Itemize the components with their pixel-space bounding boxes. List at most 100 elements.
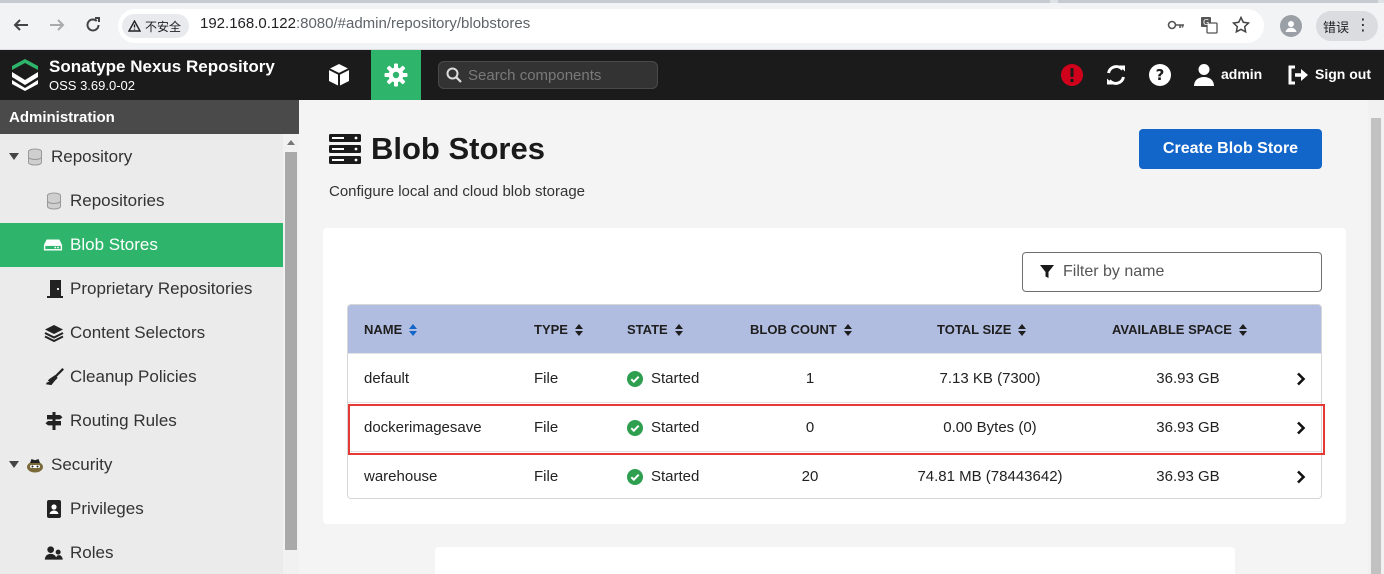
table-row[interactable]: dockerimagesave File Started 0 0.00 Byte… <box>348 402 1321 451</box>
check-circle-icon <box>627 370 643 387</box>
cell-blob-count: 20 <box>801 468 819 485</box>
cell-type: File <box>534 468 559 485</box>
server-icon <box>329 134 361 164</box>
main-content: Blob Stores Configure local and cloud bl… <box>299 100 1368 574</box>
search-input[interactable] <box>468 66 648 84</box>
table-header: NAME TYPE STATE BLOB COUNT TOTAL SIZE AV… <box>348 305 1321 353</box>
check-circle-icon <box>627 468 643 485</box>
page-heading: Blob Stores <box>329 131 545 167</box>
state-label: Started <box>651 419 700 436</box>
sidebar-item-routing-rules[interactable]: Routing Rules <box>0 399 283 443</box>
key-icon[interactable] <box>1166 15 1186 35</box>
user-secret-icon <box>25 455 45 475</box>
brand: Sonatype Nexus Repository OSS 3.69.0-02 <box>49 57 275 93</box>
search-box[interactable] <box>438 61 658 89</box>
sidebar-item-repositories[interactable]: Repositories <box>0 179 283 223</box>
column-label: NAME <box>364 322 403 337</box>
column-label: BLOB COUNT <box>750 322 837 337</box>
broom-icon <box>45 367 65 387</box>
back-icon[interactable] <box>9 13 33 37</box>
column-header-total-size[interactable]: TOTAL SIZE <box>937 322 1027 337</box>
column-header-state[interactable]: STATE <box>627 322 684 337</box>
sidebar-item-cleanup-policies[interactable]: Cleanup Policies <box>0 355 283 399</box>
sidebar-item-blob-stores[interactable]: Blob Stores <box>0 223 283 267</box>
warning-icon <box>128 20 141 32</box>
url-text[interactable]: 192.168.0.122:8080/#admin/repository/blo… <box>200 15 530 32</box>
column-header-type[interactable]: TYPE <box>534 322 584 337</box>
browser-toolbar: 不安全 192.168.0.122:8080/#admin/repository… <box>0 0 1384 50</box>
chevron-right-icon[interactable] <box>1291 467 1311 487</box>
user-icon[interactable] <box>1192 63 1216 87</box>
table-row[interactable]: default File Started 1 7.13 KB (7300) 36… <box>348 353 1321 402</box>
cell-total-size: 0.00 Bytes (0) <box>943 419 1037 436</box>
sign-out-link[interactable]: Sign out <box>1315 66 1371 82</box>
translate-icon[interactable]: G <box>1199 15 1219 35</box>
cube-icon <box>328 64 350 86</box>
sidebar-item-roles[interactable]: Roles <box>0 531 283 574</box>
url-host: 192.168.0.122 <box>200 15 296 32</box>
column-label: AVAILABLE SPACE <box>1112 322 1232 337</box>
user-name[interactable]: admin <box>1221 66 1262 82</box>
state-label: Started <box>651 468 700 485</box>
caret-down-icon[interactable] <box>9 461 19 468</box>
refresh-icon[interactable] <box>1104 63 1128 87</box>
filter-input[interactable] <box>1063 263 1303 281</box>
sidebar-item-repository[interactable]: Repository <box>0 135 283 179</box>
main-scrollbar[interactable] <box>1368 100 1384 574</box>
sidebar-item-label: Proprietary Repositories <box>70 279 253 298</box>
browser-tab[interactable] <box>1058 0 1378 3</box>
chevron-right-icon[interactable] <box>1291 369 1311 389</box>
caret-down-icon[interactable] <box>9 153 19 160</box>
bookmark-star-icon[interactable] <box>1231 15 1251 35</box>
gear-icon <box>384 63 408 87</box>
column-label: STATE <box>627 322 668 337</box>
cell-state: Started <box>627 419 699 436</box>
app-version: OSS 3.69.0-02 <box>49 78 135 93</box>
chevron-right-icon[interactable] <box>1291 418 1311 438</box>
help-icon[interactable]: ? <box>1148 63 1172 87</box>
browser-error-chip[interactable]: 错误 ⋮ <box>1316 11 1378 41</box>
sidebar-scrollbar[interactable] <box>283 134 299 574</box>
id-badge-icon <box>44 499 64 519</box>
alert-icon[interactable] <box>1060 63 1084 87</box>
forward-icon[interactable] <box>45 13 69 37</box>
sidebar-item-label: Content Selectors <box>70 323 206 342</box>
scroll-thumb[interactable] <box>1371 118 1381 574</box>
column-header-name[interactable]: NAME <box>364 322 418 337</box>
hard-drive-icon <box>43 235 63 255</box>
cell-available-space: 36.93 GB <box>1156 370 1220 387</box>
secondary-panel <box>435 547 1235 574</box>
admin-button[interactable] <box>371 50 421 100</box>
menu-dots-icon: ⋮ <box>1355 17 1371 34</box>
profile-icon[interactable] <box>1280 15 1302 37</box>
database-icon <box>25 147 45 167</box>
column-header-blob-count[interactable]: BLOB COUNT <box>750 322 853 337</box>
reload-icon[interactable] <box>81 13 105 37</box>
cell-total-size: 7.13 KB (7300) <box>939 370 1041 387</box>
scroll-thumb[interactable] <box>285 152 297 550</box>
users-icon <box>44 543 64 563</box>
sidebar-item-privileges[interactable]: Privileges <box>0 487 283 531</box>
cell-blob-count: 0 <box>805 419 815 436</box>
create-blob-store-button[interactable]: Create Blob Store <box>1139 129 1322 169</box>
sidebar-item-security[interactable]: Security <box>0 443 283 487</box>
svg-text:G: G <box>1203 18 1209 27</box>
page-title: Blob Stores <box>371 131 545 166</box>
sidebar-item-content-selectors[interactable]: Content Selectors <box>0 311 283 355</box>
cell-state: Started <box>627 370 699 387</box>
table-row[interactable]: warehouse File Started 20 74.81 MB (7844… <box>348 451 1321 498</box>
cell-available-space: 36.93 GB <box>1156 419 1220 436</box>
sidebar-item-proprietary-repositories[interactable]: Proprietary Repositories <box>0 267 283 311</box>
sign-out-icon[interactable] <box>1286 63 1310 87</box>
nexus-logo-icon <box>12 59 38 91</box>
scroll-up-icon[interactable] <box>287 140 295 145</box>
browse-button[interactable] <box>314 50 364 100</box>
browser-tab[interactable] <box>0 0 1050 3</box>
sort-icon <box>1238 323 1247 336</box>
cell-name: dockerimagesave <box>364 419 482 436</box>
security-chip[interactable]: 不安全 <box>122 14 190 38</box>
column-header-available-space[interactable]: AVAILABLE SPACE <box>1112 322 1248 337</box>
app-name: Sonatype Nexus Repository <box>49 57 275 76</box>
door-icon <box>45 279 65 299</box>
filter-box[interactable] <box>1022 252 1322 292</box>
